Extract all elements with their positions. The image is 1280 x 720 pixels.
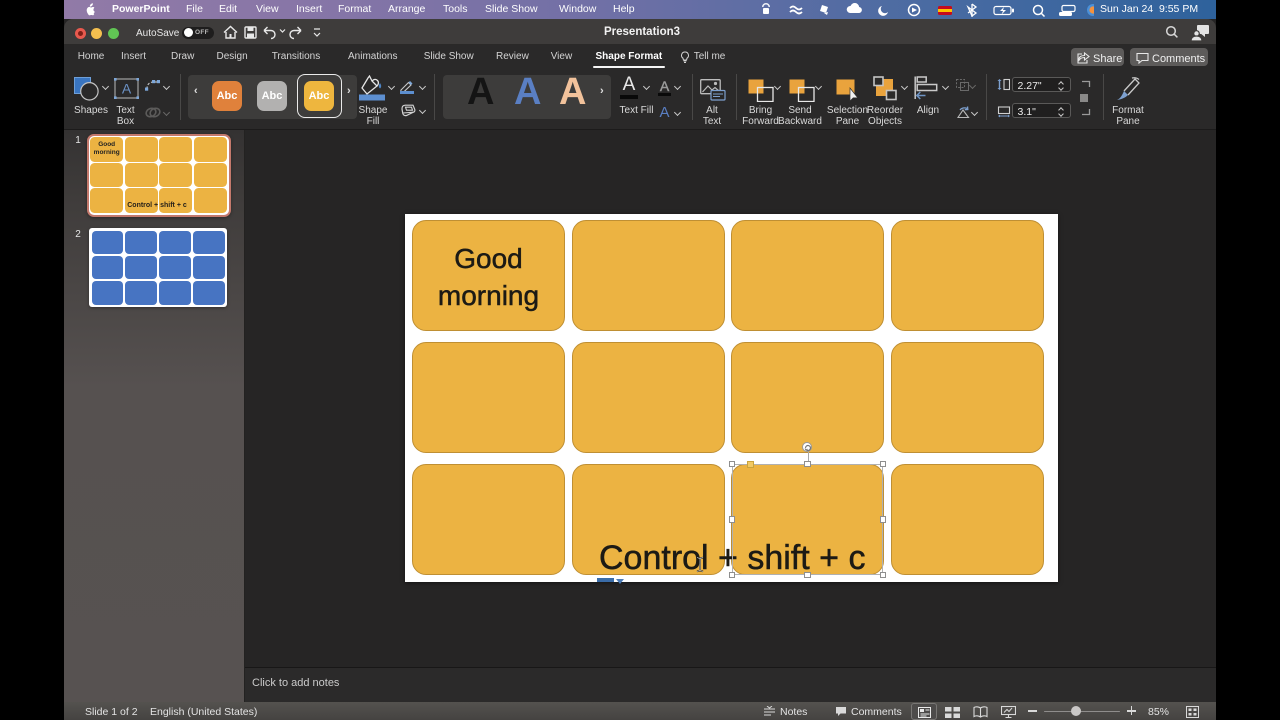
svg-text:A: A [122, 80, 132, 96]
